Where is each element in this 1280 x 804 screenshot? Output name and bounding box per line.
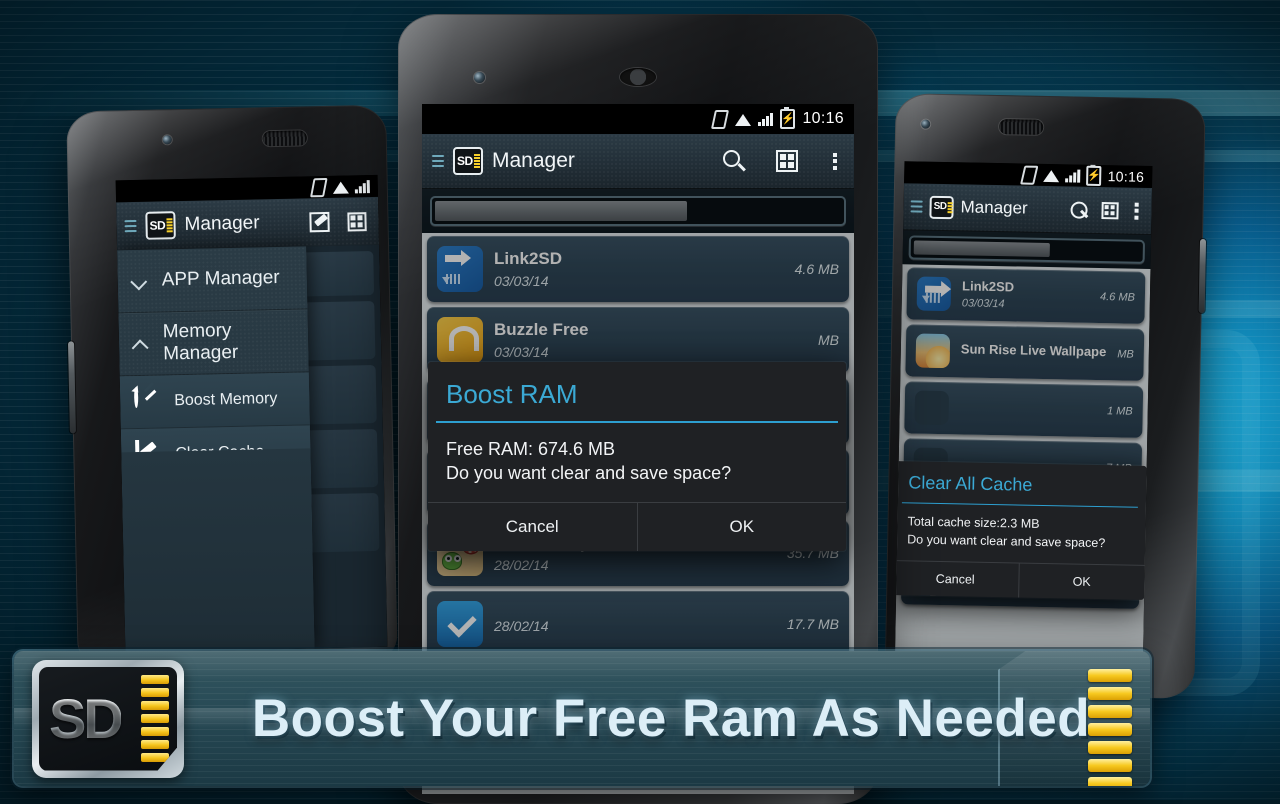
navigation-drawer: APP Manager Memory Manager Boost Memory … [117,246,314,652]
dialog-message-line-2: Do you want clear and save space? [446,461,828,486]
left-app-bar: SD Manager [116,197,379,251]
sd-logo-icon: SD [453,147,483,175]
clear-cache-icon[interactable] [305,208,334,237]
signal-icon [1066,169,1081,182]
wifi-icon [734,113,751,126]
cancel-button[interactable]: Cancel [428,503,637,551]
ok-button[interactable]: OK [637,503,847,551]
sd-logo-pins [474,154,480,168]
sd-logo-text: SD [457,155,473,167]
right-app-bar: SD Manager [903,183,1152,235]
drawer-group-memory-manager[interactable]: Memory Manager [118,309,308,376]
right-phone: ⚡ 10:16 SD Manager [884,93,1205,699]
dialog-message-line-1: Free RAM: 674.6 MB [446,437,828,462]
dialog-actions: Cancel OK [428,502,846,551]
right-phone-screen: ⚡ 10:16 SD Manager [895,161,1153,682]
clock-time: 10:16 [1108,168,1145,185]
dialog-title: Boost RAM [428,362,846,421]
drawer-group-label: APP Manager [162,267,280,291]
grid-view-icon[interactable] [773,147,801,175]
sd-card-logo-pins [141,675,169,762]
boost-ram-dialog: Boost RAM Free RAM: 674.6 MB Do you want… [428,362,846,551]
wifi-icon [1043,168,1060,181]
left-phone-screen: SD Manager APP Manager Memory Manag [116,175,388,652]
chevron-up-icon [133,336,149,352]
drawer-item-label: Boost Memory [174,390,277,410]
front-camera-icon [474,72,485,83]
search-icon[interactable] [1066,197,1090,221]
battery-charging-icon: ⚡ [780,109,795,129]
sd-logo-text: SD [934,202,947,212]
center-app-bar: SD Manager [422,134,854,189]
earpiece-speaker [263,130,307,146]
dialog-title: Clear All Cache [895,461,1147,507]
sd-card-logo-inner: SD [39,667,177,771]
sd-card-logo-text: SD [49,691,121,747]
search-icon[interactable] [720,147,748,175]
page-title: Manager [492,149,575,173]
sd-logo-pins [947,202,952,213]
sd-card-logo: SD [32,660,184,778]
dialog-message-line-2: Do you want clear and save space? [907,531,1131,553]
signal-icon [355,180,370,193]
ok-button[interactable]: OK [1018,563,1145,599]
sd-logo-icon: SD [145,211,176,240]
sim-card-icon [1020,165,1038,184]
battery-charging-icon: ⚡ [1086,166,1101,186]
earpiece-speaker [999,119,1043,135]
clear-all-cache-dialog: Clear All Cache Total cache size:2.3 MB … [895,461,1147,600]
hamburger-icon[interactable] [911,200,923,212]
center-status-bar: ⚡ 10:16 [422,104,854,134]
dialog-message: Free RAM: 674.6 MB Do you want clear and… [428,423,846,503]
promo-banner: SD Boost Your Free Ram As Needed [14,651,1150,786]
dialog-message: Total cache size:2.3 MB Do you want clea… [895,504,1146,565]
cancel-button[interactable]: Cancel [895,561,1019,597]
wifi-icon [332,180,349,193]
drawer-group-app-manager[interactable]: APP Manager [117,246,307,313]
banner-sd-contacts [1088,669,1132,786]
drawer-item-boost-memory[interactable]: Boost Memory [120,372,310,429]
grid-view-icon[interactable] [342,207,371,236]
left-phone: SD Manager APP Manager Memory Manag [66,105,398,672]
dialog-actions: Cancel OK [895,560,1145,600]
sim-card-icon [711,110,729,129]
chevron-down-icon [132,273,148,289]
sd-logo-text: SD [149,219,165,231]
boost-memory-icon [134,389,161,416]
banner-headline: Boost Your Free Ram As Needed [210,688,1132,749]
drawer-empty-area [121,448,314,652]
overflow-menu-icon[interactable] [1128,199,1144,223]
clock-time: 10:16 [802,110,844,128]
spacer [269,223,297,224]
earpiece-speaker [620,68,656,86]
right-dialog-scrim [895,229,1152,682]
left-page-title: Manager [184,212,259,236]
grid-view-icon[interactable] [1097,198,1121,222]
drawer-group-label: Memory Manager [163,319,295,366]
sd-logo-pins [166,218,172,232]
sd-logo-icon: SD [929,195,953,218]
sim-card-icon [310,177,328,196]
overflow-menu-icon[interactable] [826,147,844,175]
hamburger-icon[interactable] [432,155,444,167]
signal-icon [758,113,773,126]
hamburger-icon[interactable] [124,220,136,232]
right-page-title: Manager [960,197,1027,218]
